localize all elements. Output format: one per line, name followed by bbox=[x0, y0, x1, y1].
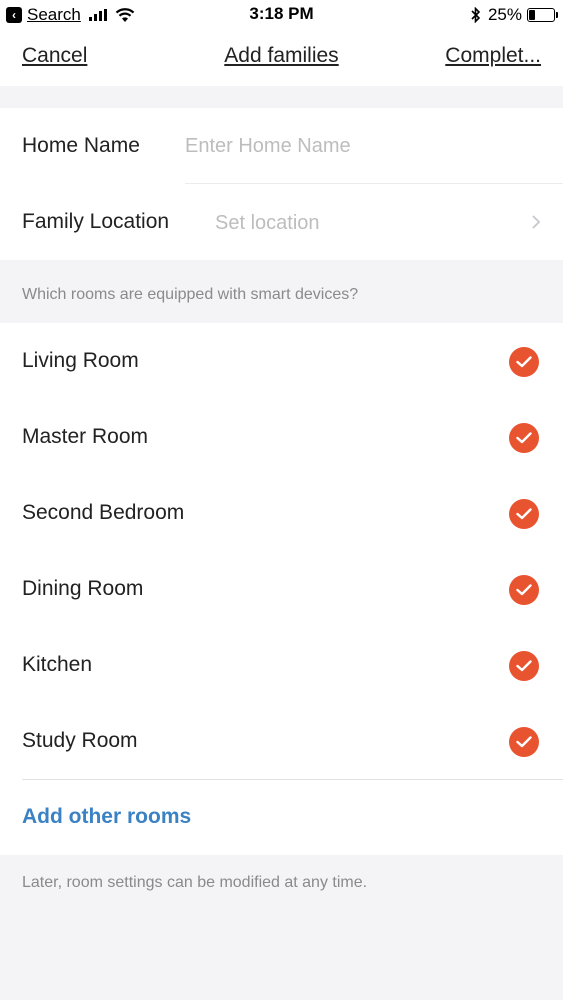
room-label: Dining Room bbox=[22, 577, 144, 600]
checkmark-icon[interactable] bbox=[509, 423, 539, 453]
bluetooth-icon bbox=[471, 7, 481, 23]
room-item-master-room[interactable]: Master Room bbox=[0, 399, 563, 475]
home-name-input[interactable] bbox=[185, 126, 525, 166]
room-item-second-bedroom[interactable]: Second Bedroom bbox=[0, 475, 563, 551]
home-info-form: Home Name Family Location Set location bbox=[0, 108, 563, 260]
chevron-right-icon bbox=[532, 215, 541, 229]
battery-level-fill bbox=[529, 10, 535, 20]
rooms-list: Living Room Master Room Second Bedroom D… bbox=[0, 323, 563, 855]
room-item-kitchen[interactable]: Kitchen bbox=[0, 627, 563, 703]
complete-button[interactable]: Complet... bbox=[445, 44, 541, 68]
list-divider bbox=[22, 779, 563, 780]
checkmark-icon[interactable] bbox=[509, 727, 539, 757]
home-name-row: Home Name bbox=[0, 108, 563, 184]
navigation-bar: Cancel Add families Complet... bbox=[0, 30, 563, 86]
family-location-row[interactable]: Family Location Set location bbox=[0, 184, 563, 260]
room-label: Second Bedroom bbox=[22, 501, 185, 524]
battery-percentage: 25% bbox=[487, 5, 522, 24]
status-bar: ‹ Search 3:18 PM 25% bbox=[0, 0, 563, 30]
room-label: Study Room bbox=[22, 729, 138, 752]
add-other-rooms-button[interactable]: Add other rooms bbox=[22, 805, 191, 829]
room-label: Master Room bbox=[22, 425, 149, 448]
room-label: Kitchen bbox=[22, 653, 93, 676]
footer-note: Later, room settings can be modified at … bbox=[22, 874, 368, 891]
battery-icon bbox=[527, 8, 558, 22]
room-item-study-room[interactable]: Study Room bbox=[0, 703, 563, 779]
rooms-section-header: Which rooms are equipped with smart devi… bbox=[22, 286, 359, 303]
checkmark-icon[interactable] bbox=[509, 499, 539, 529]
family-location-label: Family Location bbox=[22, 210, 170, 233]
room-item-living-room[interactable]: Living Room bbox=[0, 323, 563, 399]
home-name-label: Home Name bbox=[22, 134, 140, 157]
checkmark-icon[interactable] bbox=[509, 575, 539, 605]
room-label: Living Room bbox=[22, 349, 139, 372]
location-value: Set location bbox=[215, 212, 320, 234]
checkmark-icon[interactable] bbox=[509, 651, 539, 681]
add-families-screen: ‹ Search 3:18 PM 25% Cancel Add families bbox=[0, 0, 563, 1000]
checkmark-icon[interactable] bbox=[509, 347, 539, 377]
room-item-dining-room[interactable]: Dining Room bbox=[0, 551, 563, 627]
